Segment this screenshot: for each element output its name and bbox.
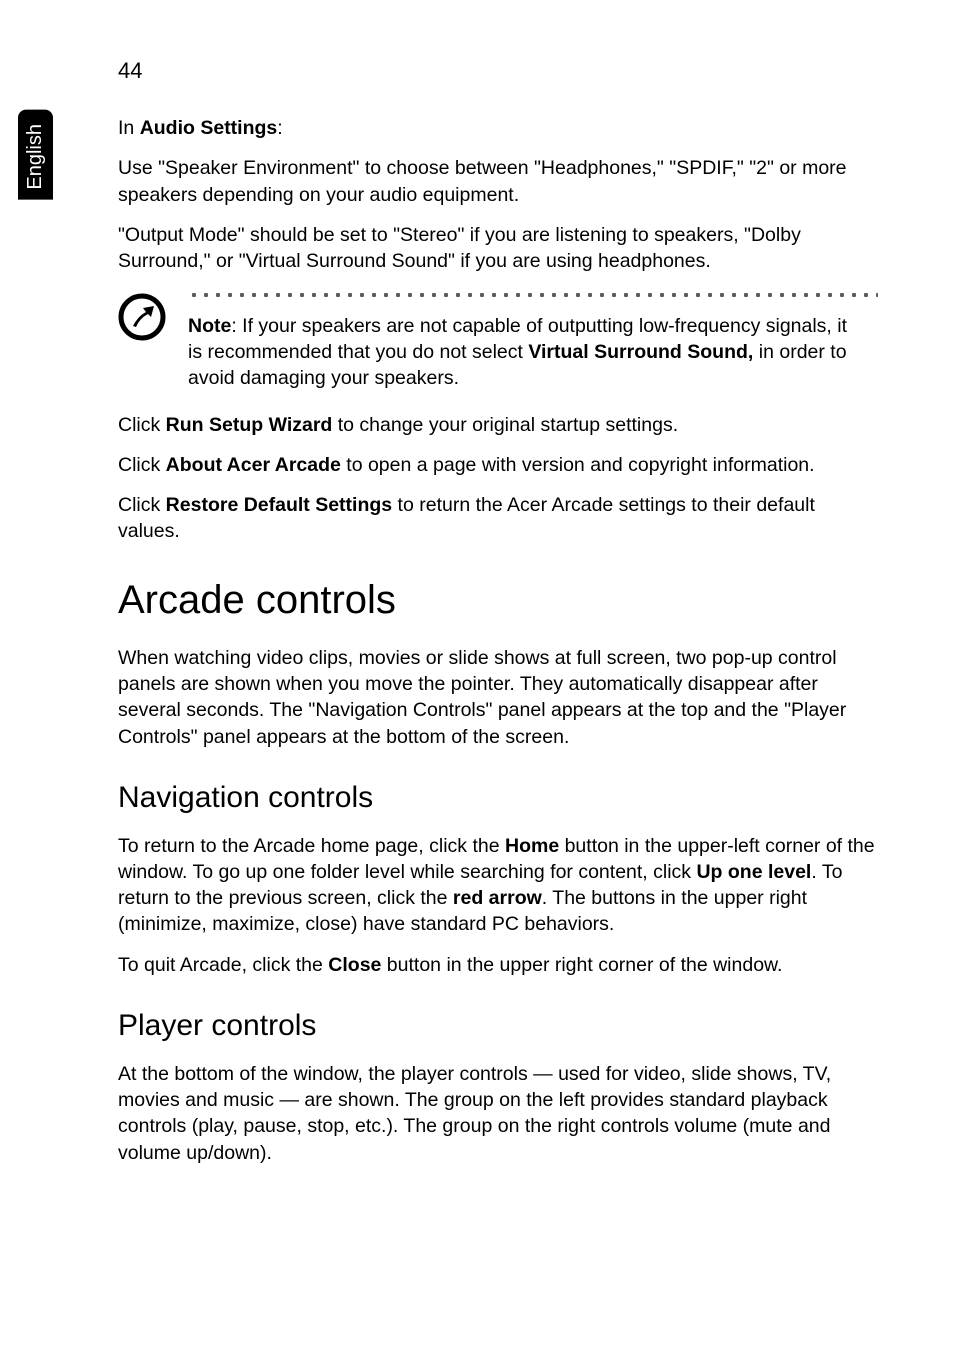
text: Home	[505, 835, 559, 857]
dotted-rule	[188, 291, 878, 299]
paragraph: Click Restore Default Settings to return…	[118, 492, 878, 545]
paragraph: "Output Mode" should be set to "Stereo" …	[118, 222, 878, 275]
text: In	[118, 117, 140, 139]
page-content: In Audio Settings: Use "Speaker Environm…	[118, 115, 878, 1180]
navigation-controls-heading: Navigation controls	[118, 778, 878, 819]
text: About Acer Arcade	[166, 454, 341, 476]
arcade-controls-heading: Arcade controls	[118, 573, 878, 627]
note-label: Note	[188, 315, 231, 337]
language-label: English	[24, 124, 46, 190]
note-body: Note: If your speakers are not capable o…	[188, 291, 878, 392]
paragraph: When watching video clips, movies or sli…	[118, 645, 878, 750]
text: Close	[328, 954, 381, 976]
text: to change your original startup settings…	[332, 414, 678, 436]
paragraph: Use "Speaker Environment" to choose betw…	[118, 155, 878, 208]
language-tab: English	[18, 110, 53, 200]
text: red arrow	[453, 887, 542, 909]
text: Click	[118, 454, 166, 476]
text: Click	[118, 494, 166, 516]
text: To quit Arcade, click the	[118, 954, 328, 976]
text: Virtual Surround Sound,	[528, 341, 753, 363]
text: Run Setup Wizard	[166, 414, 333, 436]
text: Up one level	[696, 861, 811, 883]
player-controls-heading: Player controls	[118, 1006, 878, 1047]
paragraph: To quit Arcade, click the Close button i…	[118, 952, 878, 978]
paragraph: To return to the Arcade home page, click…	[118, 833, 878, 938]
text: to open a page with version and copyrigh…	[341, 454, 815, 476]
text: To return to the Arcade home page, click…	[118, 835, 505, 857]
paragraph: Click Run Setup Wizard to change your or…	[118, 412, 878, 438]
audio-settings-label: Audio Settings	[140, 117, 278, 139]
text: Restore Default Settings	[166, 494, 392, 516]
audio-settings-heading: In Audio Settings:	[118, 115, 878, 141]
note-icon	[118, 293, 166, 348]
paragraph: Click About Acer Arcade to open a page w…	[118, 452, 878, 478]
text: button in the upper right corner of the …	[381, 954, 782, 976]
paragraph: At the bottom of the window, the player …	[118, 1061, 878, 1166]
page-number: 44	[118, 58, 142, 84]
note-block: Note: If your speakers are not capable o…	[118, 291, 878, 392]
note-text: Note: If your speakers are not capable o…	[188, 313, 878, 392]
text: :	[277, 117, 282, 139]
text: Click	[118, 414, 166, 436]
